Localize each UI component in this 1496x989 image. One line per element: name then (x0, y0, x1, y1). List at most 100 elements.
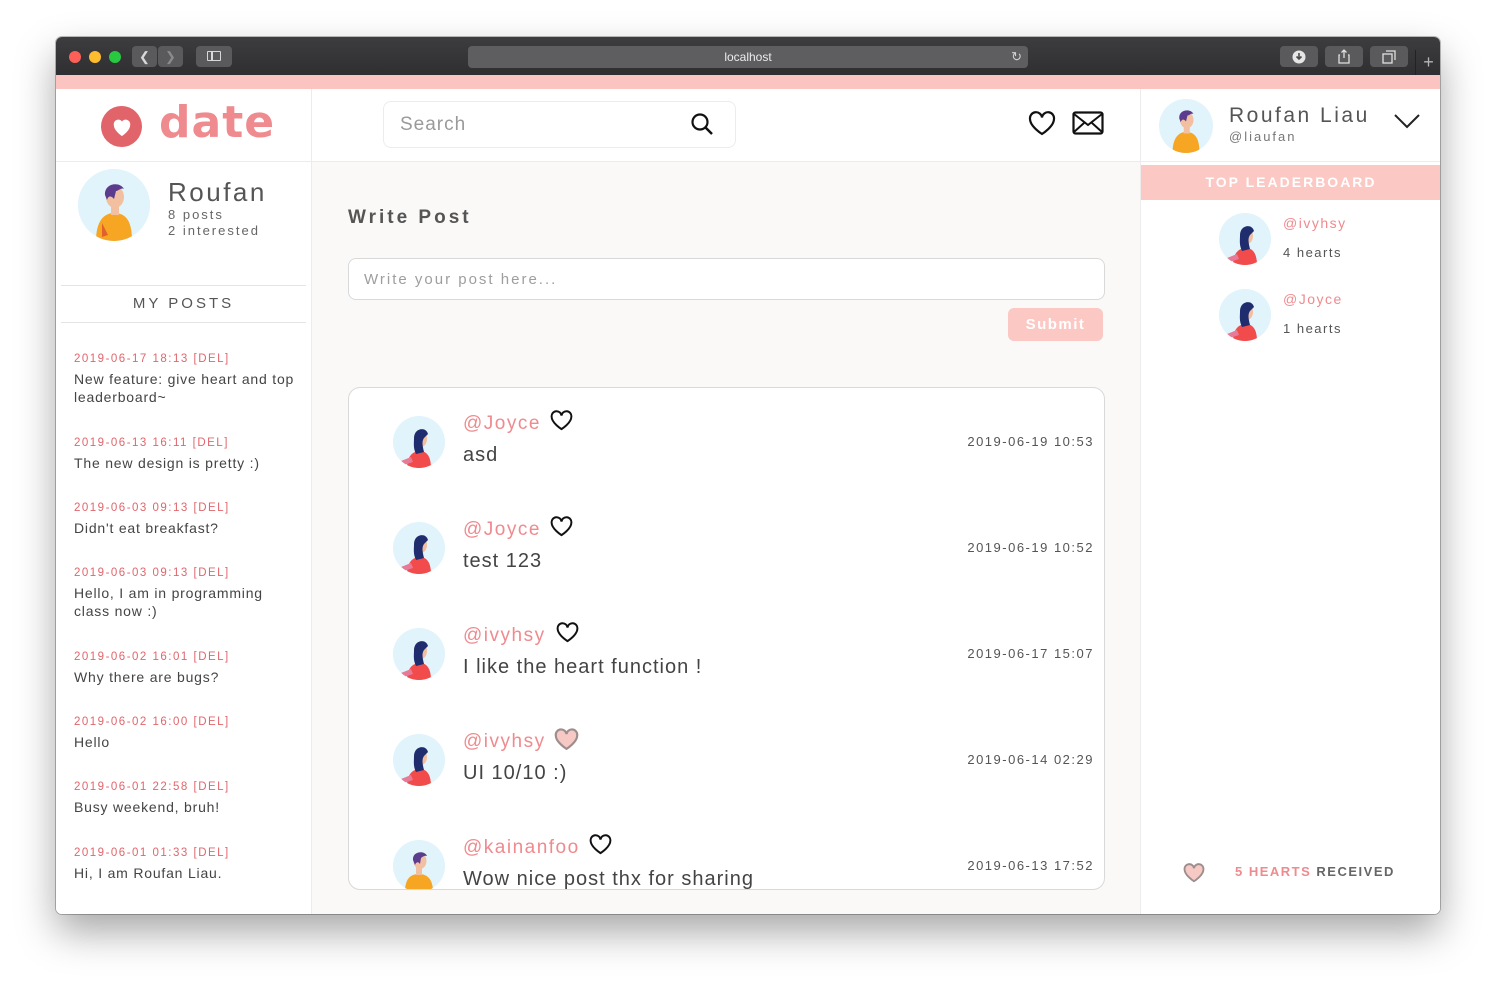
url-text: localhost (724, 50, 772, 64)
user-avatar[interactable] (1219, 289, 1271, 341)
post-timestamp: 2019-06-13 17:52 (967, 858, 1094, 873)
zoom-window-button[interactable] (109, 51, 121, 63)
post-text: UI 10/10 :) (463, 762, 568, 784)
my-post-item: 2019-06-01 01:33 [DEL] Hi, I am Roufan L… (74, 847, 299, 882)
feed-post: @ivyhsy I like the heart function ! 2019… (349, 600, 1104, 706)
feed-post: @Joyce test 123 2019-06-19 10:52 (349, 494, 1104, 600)
back-button[interactable]: ❮ (132, 46, 157, 67)
profile-name: Roufan (168, 177, 267, 207)
post-timestamp: 2019-06-17 15:07 (967, 646, 1094, 661)
my-post-text: Hello, I am in programming class now :) (74, 585, 263, 619)
browser-window: ❮ ❯ localhost ↻ + date Roufan 8 posts 2 … (56, 37, 1440, 914)
my-post-text: New feature: give heart and top leaderbo… (74, 371, 295, 405)
my-post-text: Busy weekend, bruh! (74, 799, 220, 815)
leaderboard-item: @ivyhsy 4 hearts (1219, 213, 1429, 269)
my-post-item: 2019-06-17 18:13 [DEL] New feature: give… (74, 353, 299, 406)
my-post-item: 2019-06-01 22:58 [DEL] Busy weekend, bru… (74, 781, 299, 816)
heart-icon[interactable] (550, 516, 573, 537)
minimize-window-button[interactable] (89, 51, 101, 63)
post-username[interactable]: @kainanfoo (463, 837, 580, 859)
post-timestamp: 2019-06-14 02:29 (967, 752, 1094, 767)
my-post-meta[interactable]: 2019-06-13 16:11 [DEL] (74, 437, 299, 449)
heart-filled-icon[interactable] (554, 728, 579, 751)
write-post-heading: Write Post (348, 207, 472, 228)
heart-icon[interactable] (1028, 111, 1056, 136)
address-bar[interactable]: localhost ↻ (468, 46, 1028, 68)
hearts-received: 5 HEARTS RECEIVED (1235, 864, 1395, 879)
user-avatar[interactable] (393, 522, 445, 574)
post-username[interactable]: @Joyce (463, 413, 541, 435)
search-box (383, 101, 736, 148)
browser-toolbar: ❮ ❯ localhost ↻ + (56, 37, 1440, 75)
downloads-button[interactable] (1280, 46, 1318, 67)
share-button[interactable] (1325, 46, 1363, 67)
my-post-meta[interactable]: 2019-06-01 22:58 [DEL] (74, 781, 299, 793)
leaderboard-hearts: 1 hearts (1283, 321, 1342, 336)
sidebar-toggle-button[interactable] (196, 46, 232, 67)
plus-icon: + (1423, 52, 1434, 72)
my-post-text: The new design is pretty :) (74, 455, 260, 471)
new-tab-button[interactable]: + (1415, 50, 1440, 75)
user-avatar[interactable] (393, 840, 445, 889)
feed-post: @Joyce asd 2019-06-19 10:53 (349, 388, 1104, 494)
leaderboard-username[interactable]: @ivyhsy (1283, 215, 1347, 231)
chevron-left-icon: ❮ (139, 49, 150, 64)
my-post-meta[interactable]: 2019-06-03 09:13 [DEL] (74, 502, 299, 514)
post-username[interactable]: @Joyce (463, 519, 541, 541)
profile-interested-count: 2 interested (168, 223, 260, 238)
heart-icon[interactable] (589, 834, 612, 855)
top-accent-bar (56, 75, 1440, 89)
my-post-meta[interactable]: 2019-06-01 01:33 [DEL] (74, 847, 299, 859)
share-icon (1338, 49, 1350, 64)
profile-post-count: 8 posts (168, 207, 224, 222)
my-post-meta[interactable]: 2019-06-02 16:00 [DEL] (74, 716, 299, 728)
heart-icon[interactable] (550, 410, 573, 431)
my-post-meta[interactable]: 2019-06-03 09:13 [DEL] (74, 567, 299, 579)
post-text: test 123 (463, 550, 543, 572)
leaderboard-username[interactable]: @Joyce (1283, 291, 1343, 307)
submit-button[interactable]: Submit (1008, 308, 1103, 341)
reload-icon[interactable]: ↻ (1011, 46, 1022, 68)
leaderboard-heading: TOP LEADERBOARD (1141, 165, 1440, 200)
user-avatar[interactable] (393, 628, 445, 680)
my-post-text: Didn't eat breakfast? (74, 520, 219, 536)
post-input[interactable] (348, 258, 1105, 300)
my-post-item: 2019-06-02 16:00 [DEL] Hello (74, 716, 299, 751)
my-post-meta[interactable]: 2019-06-02 16:01 [DEL] (74, 651, 299, 663)
mail-icon[interactable] (1072, 111, 1104, 135)
close-window-button[interactable] (69, 51, 81, 63)
post-text: I like the heart function ! (463, 656, 703, 678)
account-name: Roufan Liau (1229, 104, 1370, 127)
chevron-down-icon[interactable] (1393, 113, 1421, 129)
download-icon (1292, 50, 1306, 64)
search-icon[interactable] (690, 112, 714, 136)
leaderboard-item: @Joyce 1 hearts (1219, 289, 1429, 345)
top-navigation (312, 89, 1140, 162)
logo[interactable]: date (56, 89, 311, 162)
hearts-received-label: RECEIVED (1316, 864, 1395, 879)
my-post-item: 2019-06-13 16:11 [DEL] The new design is… (74, 437, 299, 472)
search-input[interactable] (398, 111, 682, 139)
my-post-meta[interactable]: 2019-06-17 18:13 [DEL] (74, 353, 299, 365)
profile-avatar[interactable] (78, 169, 150, 241)
my-post-item: 2019-06-03 09:13 [DEL] Didn't eat breakf… (74, 502, 299, 537)
post-text: Wow nice post thx for sharing (463, 868, 754, 890)
feed-post: @kainanfoo Wow nice post thx for sharing… (349, 812, 1104, 890)
left-sidebar: date Roufan 8 posts 2 interested MY POST… (56, 89, 312, 914)
post-username[interactable]: @ivyhsy (463, 625, 546, 647)
right-sidebar: Roufan Liau @liaufan TOP LEADERBOARD @iv… (1140, 89, 1440, 914)
user-avatar[interactable] (1219, 213, 1271, 265)
forward-button[interactable]: ❯ (158, 46, 183, 67)
post-username[interactable]: @ivyhsy (463, 731, 546, 753)
show-tabs-button[interactable] (1370, 46, 1408, 67)
my-post-text: Why there are bugs? (74, 669, 220, 685)
heart-icon[interactable] (556, 622, 579, 643)
user-avatar[interactable] (393, 416, 445, 468)
divider (1141, 161, 1440, 162)
post-feed[interactable]: @Joyce asd 2019-06-19 10:53 @Joyce test … (348, 387, 1105, 890)
app-root: date Roufan 8 posts 2 interested MY POST… (56, 89, 1440, 914)
account-avatar[interactable] (1159, 99, 1213, 153)
user-avatar[interactable] (393, 734, 445, 786)
account-handle: @liaufan (1229, 129, 1297, 144)
my-posts-heading: MY POSTS (61, 285, 306, 323)
